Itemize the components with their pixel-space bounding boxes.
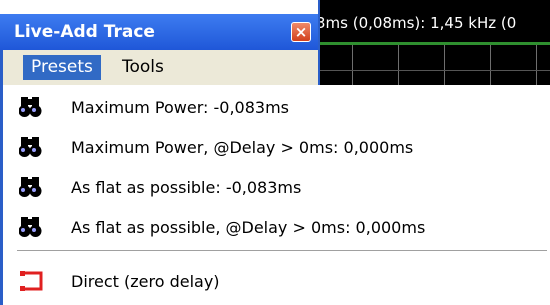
menu-item-maximum-power-delay[interactable]: Maximum Power, @Delay > 0ms: 0,000ms <box>3 129 550 165</box>
menu-bar: Presets Tools <box>0 50 318 85</box>
menu-item-label: Direct (zero delay) <box>71 271 220 291</box>
menu-item-label: As flat as possible: -0,083ms <box>71 177 302 197</box>
window-titlebar[interactable]: Live-Add Trace × <box>0 14 318 50</box>
menu-item-maximum-power[interactable]: Maximum Power: -0,083ms <box>3 89 550 125</box>
graph-gridline-horizontal <box>318 70 550 71</box>
binoculars-icon <box>19 97 42 117</box>
menu-presets[interactable]: Presets <box>23 55 101 80</box>
presets-dropdown-menu: Maximum Power: -0,083ms Maximum Power, @… <box>0 85 550 305</box>
menu-separator-highlight <box>17 251 547 252</box>
menu-tools[interactable]: Tools <box>114 55 172 80</box>
window-title: Live-Add Trace <box>14 22 155 42</box>
close-icon: × <box>294 23 308 41</box>
menu-item-direct-zero-delay[interactable]: Direct (zero delay) <box>3 263 550 299</box>
menu-item-label: Maximum Power: -0,083ms <box>71 97 289 117</box>
menu-item-label: Maximum Power, @Delay > 0ms: 0,000ms <box>71 137 414 157</box>
close-button[interactable]: × <box>291 22 311 42</box>
binoculars-icon <box>19 137 42 157</box>
binoculars-icon <box>19 217 42 237</box>
menu-item-flat[interactable]: As flat as possible: -0,083ms <box>3 169 550 205</box>
menu-item-flat-delay[interactable]: As flat as possible, @Delay > 0ms: 0,000… <box>3 209 550 245</box>
direct-connection-icon <box>20 271 43 291</box>
menu-item-label: As flat as possible, @Delay > 0ms: 0,000… <box>71 217 426 237</box>
binoculars-icon <box>19 177 42 197</box>
graph-readout: 3ms (0,08ms): 1,45 kHz (0 <box>316 14 517 32</box>
